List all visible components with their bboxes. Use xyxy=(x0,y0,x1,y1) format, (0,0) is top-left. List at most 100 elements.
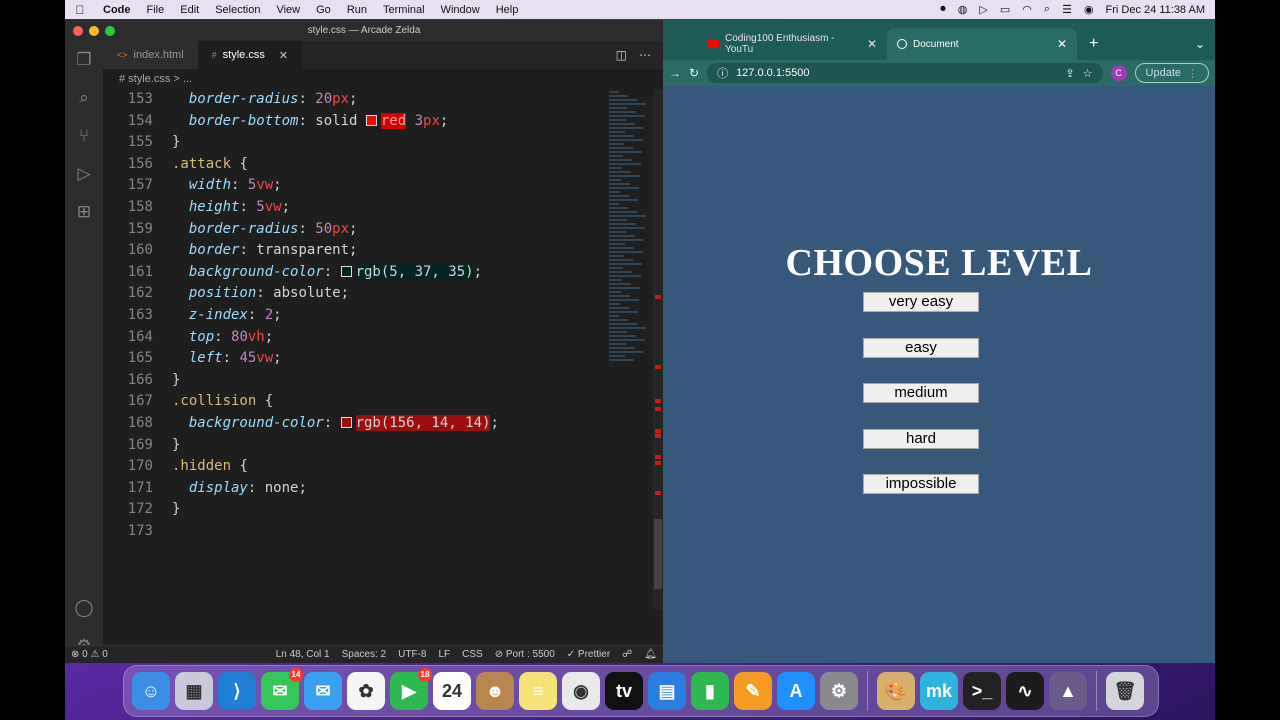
explorer-icon[interactable]: ❐ xyxy=(65,41,103,79)
menu-app-name[interactable]: Code xyxy=(95,4,139,16)
minimap[interactable] xyxy=(609,89,653,379)
code-line[interactable]: 167 .collision { xyxy=(103,391,653,413)
code-line[interactable]: 168 background-color: rgb(156, 14, 14); xyxy=(103,413,653,435)
code-line[interactable]: 158 height: 5vw; xyxy=(103,197,653,219)
code-line[interactable]: 157 width: 5vw; xyxy=(103,175,653,197)
mail-icon[interactable]: ✉ xyxy=(304,672,342,710)
code-line[interactable]: 163 z-index: 2; xyxy=(103,305,653,327)
menubar-clock[interactable]: Fri Dec 24 11:38 AM xyxy=(1106,4,1205,16)
apple-icon[interactable]:  xyxy=(65,3,95,17)
breadcrumb[interactable]: # style.css > ... xyxy=(103,69,663,89)
live-server-port[interactable]: ⊘ Port : 5500 xyxy=(489,649,561,660)
vscode-icon[interactable]: ⟩ xyxy=(218,672,256,710)
play-icon[interactable]: ▷ xyxy=(979,3,987,16)
indentation[interactable]: Spaces: 2 xyxy=(336,649,392,660)
activity-monitor-icon[interactable]: ∿ xyxy=(1006,672,1044,710)
close-window-button[interactable] xyxy=(73,26,83,36)
forward-arrow-icon[interactable]: → xyxy=(669,66,681,80)
notifications-bell-icon[interactable]: 🔔︎ xyxy=(638,649,663,660)
tab-style-css[interactable]: # style.css ✕ xyxy=(197,41,303,69)
code-line[interactable]: 155} xyxy=(103,132,653,154)
browser-tab-document[interactable]: Document ✕ xyxy=(887,28,1077,60)
code-line[interactable]: 166} xyxy=(103,370,653,392)
new-tab-icon[interactable]: + xyxy=(1077,28,1110,60)
siri-icon[interactable]: ◉ xyxy=(1084,3,1094,16)
level-button-medium[interactable]: medium xyxy=(863,383,979,403)
code-line[interactable]: 162 position: absolute; xyxy=(103,283,653,305)
feedback-icon[interactable]: ☍ xyxy=(616,649,638,660)
close-icon[interactable]: ✕ xyxy=(279,49,288,62)
menu-go[interactable]: Go xyxy=(308,4,339,16)
code-line[interactable]: 153 border-radius: 20px; xyxy=(103,89,653,111)
appletv-icon[interactable]: tv xyxy=(605,672,643,710)
code-line[interactable]: 169} xyxy=(103,435,653,457)
level-button-easy[interactable]: easy xyxy=(863,338,979,358)
menu-run[interactable]: Run xyxy=(339,4,375,16)
editor-scrollbar[interactable] xyxy=(653,89,663,609)
code-editor[interactable]: 153 border-radius: 20px; 154 border-botto… xyxy=(103,89,653,649)
terminal-icon[interactable]: >_ xyxy=(963,672,1001,710)
menu-window[interactable]: Window xyxy=(433,4,488,16)
numbers-icon[interactable]: ▮ xyxy=(691,672,729,710)
language-mode[interactable]: CSS xyxy=(456,649,489,660)
update-button[interactable]: Update ⋮ xyxy=(1134,63,1209,83)
info-icon[interactable]: ⓘ xyxy=(717,65,728,81)
menu-help[interactable]: Help xyxy=(488,4,527,16)
code-line[interactable]: 170 .hidden { xyxy=(103,456,653,478)
code-line[interactable]: 172} xyxy=(103,499,653,521)
browser-tab-youtube[interactable]: Coding100 Enthusiasm - YouTu ✕ xyxy=(697,28,887,60)
profile-avatar[interactable]: C xyxy=(1110,65,1127,81)
finder-icon[interactable]: ☺ xyxy=(132,672,170,710)
code-line[interactable]: 160 border: transparent; xyxy=(103,240,653,262)
menu-edit[interactable]: Edit xyxy=(172,4,207,16)
problems-indicator[interactable]: ⊗ 0 ⚠ 0 xyxy=(65,649,114,660)
level-button-impossible[interactable]: impossible xyxy=(863,474,979,494)
messages-icon[interactable]: ✉ 14 xyxy=(261,668,303,710)
appstore-icon[interactable]: A xyxy=(777,672,815,710)
extensions-icon[interactable]: ⊞ xyxy=(65,193,103,231)
source-control-icon[interactable]: ⑂ xyxy=(65,117,103,155)
run-debug-icon[interactable]: ▷ xyxy=(65,155,103,193)
battery-icon[interactable]: ▭ xyxy=(1000,3,1010,16)
code-line[interactable]: 165 left: 45vw; xyxy=(103,348,653,370)
prettier-status[interactable]: ✓ Prettier xyxy=(561,649,616,660)
calendar-icon[interactable]: 24 xyxy=(433,672,471,710)
control-center-icon[interactable]: ☰ xyxy=(1062,3,1072,16)
chrome-icon[interactable]: ◉ xyxy=(562,672,600,710)
line-ending[interactable]: LF xyxy=(432,649,456,660)
reload-icon[interactable]: ↻ xyxy=(689,66,699,80)
level-button-very-easy[interactable]: very easy xyxy=(863,292,979,312)
search-icon[interactable]: ⌕ xyxy=(65,79,103,117)
pages-icon[interactable]: ✎ xyxy=(734,672,772,710)
more-actions-icon[interactable]: ⋯ xyxy=(639,48,651,62)
code-line[interactable]: 156 .attack { xyxy=(103,154,653,176)
code-line[interactable]: 173 xyxy=(103,521,653,543)
search-icon[interactable]: ⌕ xyxy=(1044,3,1050,16)
photos-icon[interactable]: ✿ xyxy=(347,672,385,710)
contacts-icon[interactable]: ☻ xyxy=(476,672,514,710)
split-editor-icon[interactable]: ◫ xyxy=(616,48,627,62)
rocket-icon[interactable]: ▲ xyxy=(1049,672,1087,710)
close-icon[interactable]: ✕ xyxy=(867,37,877,51)
account-icon[interactable]: ◯ xyxy=(65,589,103,627)
paintbrush-icon[interactable]: 🎨 xyxy=(877,672,915,710)
notes-icon[interactable]: ≡ xyxy=(519,672,557,710)
menu-terminal[interactable]: Terminal xyxy=(375,4,433,16)
tab-index-html[interactable]: <> index.html xyxy=(103,41,198,69)
level-button-hard[interactable]: hard xyxy=(863,429,979,449)
scrollbar-thumb[interactable] xyxy=(654,519,662,589)
code-line[interactable]: 159 border-radius: 50px; xyxy=(103,219,653,241)
code-line[interactable]: 164 top: 80vh; xyxy=(103,327,653,349)
menu-view[interactable]: View xyxy=(268,4,308,16)
close-icon[interactable]: ✕ xyxy=(1057,37,1067,51)
address-bar[interactable]: ⓘ 127.0.0.1:5500 ⇪ ☆ xyxy=(707,63,1103,83)
bookmark-star-icon[interactable]: ☆ xyxy=(1083,67,1093,80)
chevron-down-icon[interactable]: ⌄ xyxy=(1195,28,1215,60)
launchpad-icon[interactable]: ▦ xyxy=(175,672,213,710)
encoding[interactable]: UTF-8 xyxy=(392,649,432,660)
menu-file[interactable]: File xyxy=(139,4,173,16)
mk-icon[interactable]: mk xyxy=(920,672,958,710)
code-line[interactable]: 161 background-color: rgb(5, 37, 35); xyxy=(103,262,653,284)
minimize-window-button[interactable] xyxy=(89,26,99,36)
share-icon[interactable]: ⇪ xyxy=(1065,67,1074,80)
